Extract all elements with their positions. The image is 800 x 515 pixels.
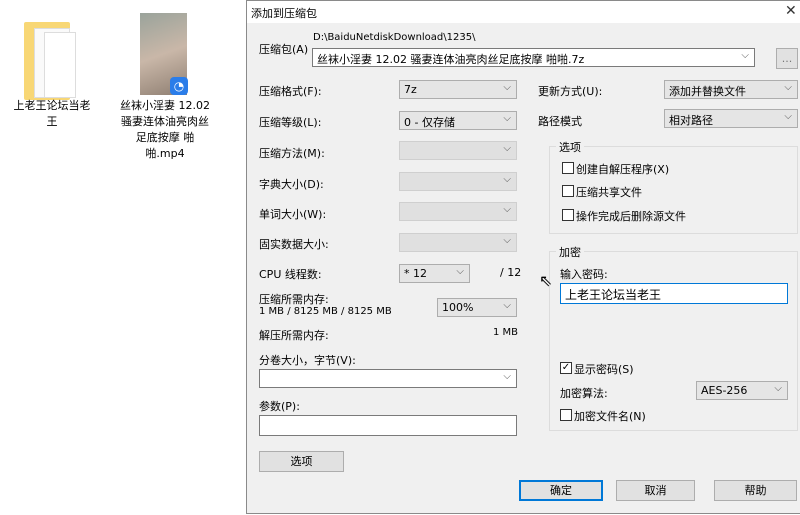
word-select[interactable]: ⌵: [399, 202, 517, 221]
encryption-group: 加密 输入密码: 上老王论坛当老王 ✓ 显示密码(S) 加密算法: AES-25…: [549, 244, 798, 431]
show-password-checkbox[interactable]: ✓: [560, 362, 572, 374]
dict-select[interactable]: ⌵: [399, 172, 517, 191]
cpu-select[interactable]: * 12 ⌵: [399, 264, 470, 283]
enc-method-label: 加密算法:: [560, 387, 608, 400]
options-group-title: 选项: [556, 139, 584, 155]
close-icon[interactable]: ✕: [785, 3, 797, 19]
ok-button[interactable]: 确定: [519, 480, 603, 501]
password-input[interactable]: 上老王论坛当老王: [560, 283, 788, 304]
split-label: 分卷大小，字节(V):: [259, 354, 356, 367]
chevron-down-icon: ⌵: [784, 82, 792, 93]
dict-label: 字典大小(D):: [259, 178, 324, 191]
mem-percent-value: 100%: [442, 301, 474, 314]
format-select[interactable]: 7z ⌵: [399, 80, 517, 99]
path-mode-select[interactable]: 相对路径 ⌵: [664, 109, 798, 128]
update-label: 更新方式(U):: [538, 85, 603, 98]
solid-label: 固实数据大小:: [259, 238, 329, 251]
archive-path: D:\BaiduNetdiskDownload\1235\: [313, 32, 476, 43]
chevron-down-icon: ⌵: [503, 300, 511, 311]
archive-label: 压缩包(A): [259, 43, 309, 56]
cpu-max: / 12: [500, 266, 522, 279]
chevron-down-icon: ⌵: [503, 235, 511, 246]
encryption-group-title: 加密: [556, 244, 584, 260]
enc-method-value: AES-256: [701, 384, 748, 397]
cpu-value: * 12: [404, 267, 427, 280]
params-label: 参数(P):: [259, 400, 300, 413]
folder-label: 上老王论坛当老王: [13, 99, 91, 128]
method-select[interactable]: ⌵: [399, 141, 517, 160]
chevron-down-icon: ⌵: [503, 143, 511, 154]
level-select[interactable]: 0 - 仅存储 ⌵: [399, 111, 517, 130]
path-mode-label: 路径模式: [538, 115, 582, 128]
path-mode-value: 相对路径: [669, 114, 713, 127]
chevron-down-icon: ⌵: [784, 111, 792, 122]
chevron-down-icon: ⌵: [503, 204, 511, 215]
video-label: 丝袜小淫妻 12.02 骚妻连体油亮肉丝足底按摩 啪啪.mp4: [120, 99, 210, 160]
update-value: 添加并替换文件: [669, 85, 746, 98]
options-button[interactable]: 选项: [259, 451, 344, 472]
folder-icon: [24, 22, 78, 100]
mem-decomp-label: 解压所需内存:: [259, 329, 329, 342]
update-select[interactable]: 添加并替换文件 ⌵: [664, 80, 798, 99]
params-input[interactable]: [259, 415, 517, 436]
mem-percent-select[interactable]: 100% ⌵: [437, 298, 517, 317]
mem-comp-value: 1 MB / 8125 MB / 8125 MB: [259, 306, 392, 317]
help-button[interactable]: 帮助: [714, 480, 797, 501]
cancel-button[interactable]: 取消: [616, 480, 695, 501]
cpu-label: CPU 线程数:: [259, 268, 322, 281]
browse-button[interactable]: ...: [776, 48, 798, 69]
split-combo[interactable]: ⌵: [259, 369, 517, 388]
chevron-down-icon: ⌵: [741, 50, 749, 61]
encrypt-names-checkbox[interactable]: [560, 409, 572, 421]
sfx-checkbox[interactable]: [562, 162, 574, 174]
archive-name-combo[interactable]: 丝袜小淫妻 12.02 骚妻连体油亮肉丝足底按摩 啪啪.7z ⌵: [312, 48, 755, 67]
format-label: 压缩格式(F):: [259, 85, 322, 98]
shared-checkbox[interactable]: [562, 185, 574, 197]
delete-checkbox[interactable]: [562, 209, 574, 221]
shared-label: 压缩共享文件: [576, 186, 642, 199]
chevron-down-icon: ⌵: [503, 113, 511, 124]
format-value: 7z: [404, 83, 417, 96]
archive-name-value: 丝袜小淫妻 12.02 骚妻连体油亮肉丝足底按摩 啪啪.7z: [317, 53, 585, 66]
dialog-title: 添加到压缩包: [251, 7, 317, 20]
chevron-down-icon: ⌵: [456, 266, 464, 277]
solid-select[interactable]: ⌵: [399, 233, 517, 252]
chevron-down-icon: ⌵: [774, 383, 782, 394]
encrypt-names-label: 加密文件名(N): [574, 410, 646, 423]
mem-decomp-value: 1 MB: [493, 327, 519, 338]
delete-label: 操作完成后删除源文件: [576, 210, 686, 223]
options-group: 选项 创建自解压程序(X) 压缩共享文件 操作完成后删除源文件: [549, 139, 798, 234]
mem-comp-label: 压缩所需内存:: [259, 293, 329, 306]
add-to-archive-dialog: 添加到压缩包 ✕ 压缩包(A) D:\BaiduNetdiskDownload\…: [246, 0, 800, 514]
show-password-label: 显示密码(S): [574, 363, 634, 376]
sfx-label: 创建自解压程序(X): [576, 163, 670, 176]
title-bar: 添加到压缩包 ✕: [247, 1, 800, 23]
level-value: 0 - 仅存储: [404, 116, 455, 129]
chevron-down-icon: ⌵: [503, 174, 511, 185]
mouse-cursor-icon: ⇖: [539, 271, 553, 290]
video-thumbnail[interactable]: ◔: [140, 13, 188, 95]
word-label: 单词大小(W):: [259, 208, 327, 221]
password-label: 输入密码:: [560, 268, 608, 281]
chevron-down-icon: ⌵: [503, 82, 511, 93]
enc-method-select[interactable]: AES-256 ⌵: [696, 381, 788, 400]
method-label: 压缩方法(M):: [259, 147, 325, 160]
baidu-netdisk-badge-icon: ◔: [170, 77, 188, 95]
level-label: 压缩等级(L):: [259, 116, 322, 129]
chevron-down-icon: ⌵: [503, 371, 511, 382]
